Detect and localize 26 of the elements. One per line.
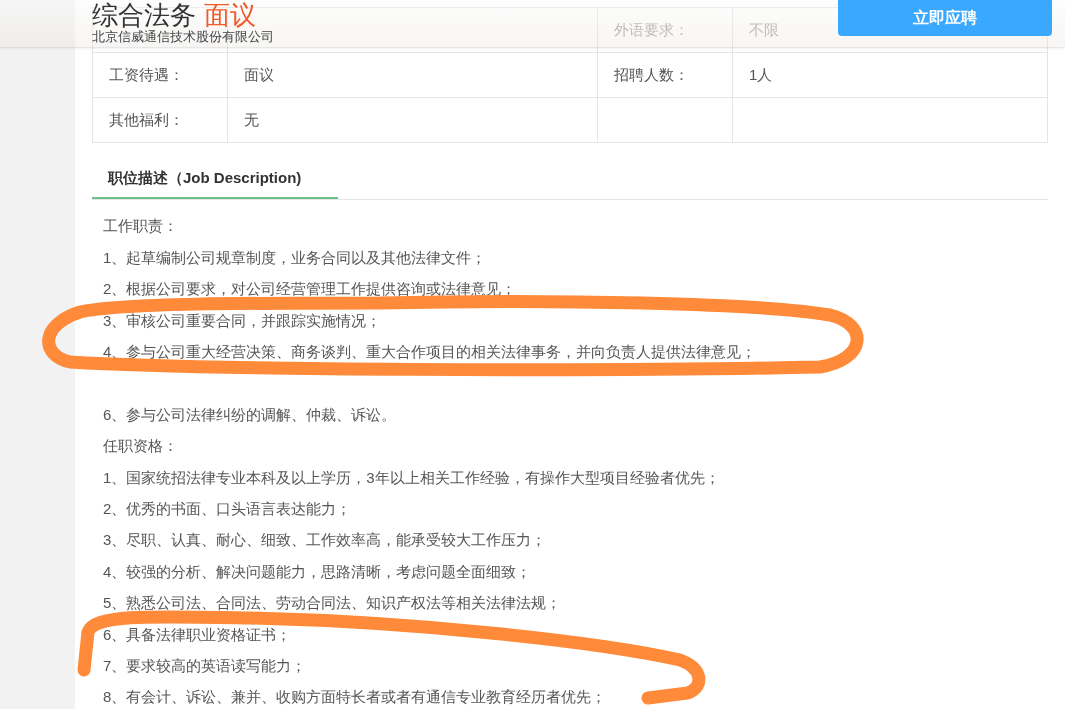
job-title: 综合法务 <box>92 0 196 30</box>
field-value: 不限 <box>749 19 779 40</box>
requirement-text: 4、较强的分析、解决问题能力，思路清晰，考虑问题全面细致； <box>103 561 532 582</box>
field-label: 其他福利： <box>109 109 184 130</box>
requirement-text: 6、具备法律职业资格证书； <box>103 624 292 645</box>
company-name: 北京信威通信技术股份有限公司 <box>92 30 274 44</box>
field-value: 面议 <box>244 64 274 85</box>
field-value: 1人 <box>749 64 773 85</box>
requirement-text: 4、参与公司重大经营决策、商务谈判、重大合作项目的相关法律事务，并向负责人提供法律意见； <box>103 342 757 362</box>
requirement-text: 7、要求较高的英语读写能力； <box>103 655 307 676</box>
requirement-text: 5、熟悉公司法、合同法、劳动合同法、知识产权法等相关法律法规； <box>103 593 562 614</box>
requirement-text: 2、优秀的书面、口头语言表达能力； <box>103 498 352 519</box>
requirement-text: 1、起草编制公司规章制度，业务合同以及其他法律文件； <box>103 247 487 268</box>
requirement-text: 8、有会计、诉讼、兼并、收购方面特长者或者有通信专业教育经历者优先； <box>103 687 607 708</box>
section-heading: 工作职责： <box>103 216 178 237</box>
requirement-text: 1、国家统招法律专业本科及以上学历，3年以上相关工作经验，有操作大型项目经验者优先； <box>103 467 720 488</box>
salary-tag: 面议 <box>204 0 256 31</box>
requirement-text: 6、参与公司法律纠纷的调解、仲裁、诉讼。 <box>103 404 397 425</box>
section-heading: 任职资格： <box>103 436 178 457</box>
field-value: 无 <box>244 109 259 130</box>
requirement-text: 3、审核公司重要合同，并跟踪实施情况； <box>103 310 382 331</box>
description-tab[interactable]: 职位描述（Job Description) <box>92 160 338 199</box>
field-label: 外语要求： <box>614 19 689 40</box>
field-label: 工资待遇： <box>109 64 184 85</box>
requirement-text: 3、尽职、认真、耐心、细致、工作效率高，能承受较大工作压力； <box>103 530 547 551</box>
field-label: 招聘人数： <box>614 64 689 85</box>
